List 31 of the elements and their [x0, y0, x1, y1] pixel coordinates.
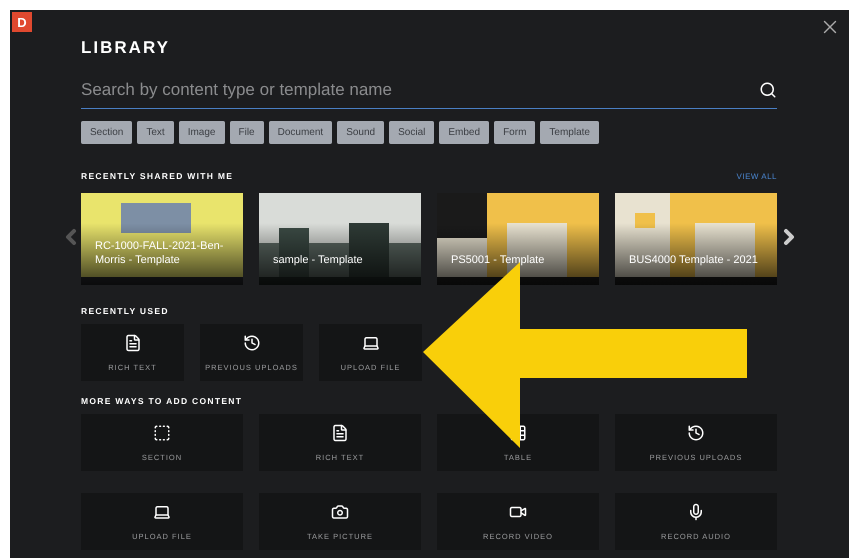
filter-chip[interactable]: Sound	[337, 121, 384, 144]
library-title: LIBRARY	[81, 38, 171, 58]
section-heading: RECENTLY SHARED WITH ME	[81, 171, 234, 181]
laptop-icon	[362, 334, 380, 352]
document-icon	[331, 424, 349, 442]
filter-chip[interactable]: Embed	[439, 121, 490, 144]
history-icon	[242, 334, 260, 352]
filter-chip[interactable]: Section	[81, 121, 132, 144]
search-field[interactable]: Search by content type or template name	[81, 80, 759, 100]
laptop-icon	[153, 503, 171, 521]
camera-icon	[331, 503, 349, 521]
view-all-link[interactable]: VIEW ALL	[736, 172, 777, 180]
filter-chip[interactable]: Form	[494, 121, 536, 144]
filter-chip[interactable]: File	[230, 121, 264, 144]
document-icon	[124, 334, 142, 352]
filter-chip[interactable]: Text	[137, 121, 174, 144]
template-name: sample - Template	[273, 253, 364, 267]
app-logo: D	[12, 12, 32, 32]
dashed-square-icon	[153, 424, 171, 442]
filter-chip[interactable]: Social	[389, 121, 434, 144]
filter-chip[interactable]: Template	[540, 121, 599, 144]
template-name: RC-1000-FALL-2021-Ben-Morris - Template	[95, 239, 224, 267]
microphone-icon	[687, 503, 705, 521]
section-heading: RECENTLY USED	[81, 306, 169, 316]
filter-chip[interactable]: Document	[268, 121, 332, 144]
filter-chip[interactable]: Image	[178, 121, 224, 144]
search-icon[interactable]	[759, 81, 777, 99]
section-heading: MORE WAYS TO ADD CONTENT	[81, 396, 242, 406]
template-name: PS5001 - Template	[451, 253, 546, 267]
history-icon	[687, 424, 705, 442]
template-name: BUS4000 Template - 2021	[629, 253, 759, 267]
